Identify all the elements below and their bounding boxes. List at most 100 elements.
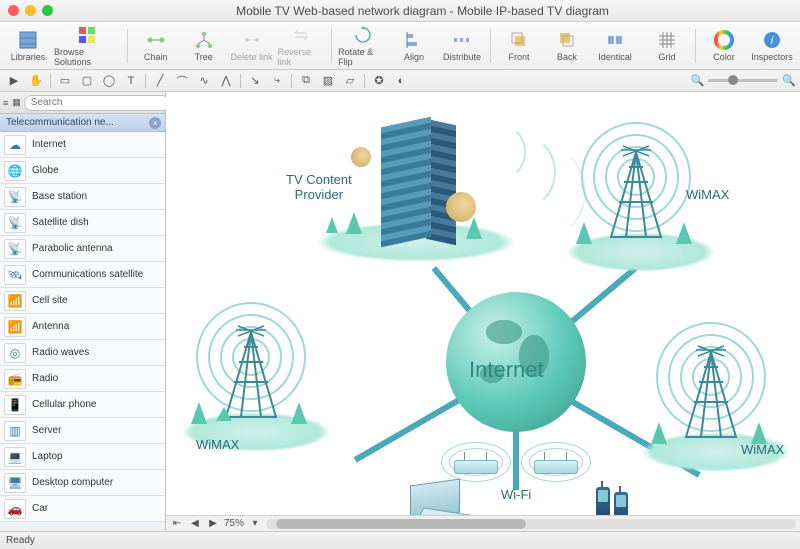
shape-item[interactable]: 📱Cellular phone — [0, 392, 165, 418]
shape-item[interactable]: ☁Internet — [0, 132, 165, 158]
titlebar: Mobile TV Web-based network diagram - Mo… — [0, 0, 800, 22]
shape-thumb: 💻 — [4, 447, 26, 467]
search-input[interactable] — [24, 95, 170, 111]
main-toolbar: Libraries Browse Solutions Chain Tree De… — [0, 22, 800, 70]
shape-thumb: 🌐 — [4, 161, 26, 181]
scrollbar-thumb[interactable] — [276, 519, 526, 529]
shape-thumb: 📱 — [4, 395, 26, 415]
page-prev-icon[interactable]: ◀ — [188, 518, 202, 529]
shape-item[interactable]: ▥ Server — [0, 418, 165, 444]
shape-label: Communications satellite — [32, 269, 143, 280]
zoom-button[interactable] — [42, 5, 53, 16]
shape-label: Parabolic antenna — [32, 243, 113, 254]
shape-thumb: 📶 — [4, 291, 26, 311]
shape-label: Server — [32, 425, 61, 436]
shape-item[interactable]: 🌐Globe — [0, 158, 165, 184]
color-button[interactable]: Color — [702, 24, 746, 68]
front-button[interactable]: Front — [497, 24, 541, 68]
tower-icon — [676, 342, 746, 442]
sidebar: ≡ ▦ 🔍 Telecommunication ne... × ☁Interne… — [0, 92, 166, 531]
minimize-button[interactable] — [25, 5, 36, 16]
connector-tool[interactable]: ↘ — [245, 72, 265, 90]
shape-item[interactable]: 🛰Communications satellite — [0, 262, 165, 288]
laptop-icon — [406, 482, 476, 515]
window-title: Mobile TV Web-based network diagram - Mo… — [53, 4, 792, 18]
libraries-button[interactable]: Libraries — [6, 24, 50, 68]
rect-tool[interactable]: ▭ — [55, 72, 75, 90]
zoom-value: 75% — [224, 518, 244, 529]
stroke-tool[interactable]: ▱ — [340, 72, 360, 90]
identical-button[interactable]: Identical — [593, 24, 637, 68]
shape-item[interactable]: 📡Base station — [0, 184, 165, 210]
smart-connector-tool[interactable]: ⤷ — [267, 72, 287, 90]
polyline-tool[interactable]: ⋀ — [216, 72, 236, 90]
canvas[interactable]: TV Content Provider Internet WiMAX WiMAX… — [166, 92, 800, 515]
spline-tool[interactable]: ∿ — [194, 72, 214, 90]
router-icon — [454, 452, 498, 474]
shape-thumb: 📻 — [4, 369, 26, 389]
reverse-link-button[interactable]: Reverse link — [278, 24, 326, 68]
zoom-dropdown-icon[interactable]: ▾ — [248, 518, 262, 529]
crop-tool[interactable]: ⧉ — [296, 72, 316, 90]
shape-item[interactable]: 🖥Desktop computer — [0, 470, 165, 496]
fill-tool[interactable]: ▨ — [318, 72, 338, 90]
zoom-in-icon[interactable]: 🔍 — [782, 74, 796, 87]
wimax-label-2: WiMAX — [196, 437, 239, 452]
shape-list: ☁Internet🌐Globe📡Base station📡Satellite d… — [0, 132, 165, 531]
page-next-icon[interactable]: ▶ — [206, 518, 220, 529]
shape-item[interactable]: 🚗Car — [0, 496, 165, 522]
text-tool[interactable]: T — [121, 72, 141, 90]
hand-tool[interactable]: ✋ — [26, 72, 46, 90]
arc-tool[interactable]: ⌒ — [172, 72, 192, 90]
distribute-button[interactable]: Distribute — [440, 24, 484, 68]
line-tool[interactable]: ╱ — [150, 72, 170, 90]
zoom-slider[interactable] — [708, 79, 778, 82]
close-category-icon[interactable]: × — [149, 117, 161, 129]
zoom-control[interactable]: 🔍 🔍 — [691, 74, 796, 87]
inspectors-button[interactable]: iInspectors — [750, 24, 794, 68]
shape-item[interactable]: 📶Antenna — [0, 314, 165, 340]
shape-item[interactable]: 💻Laptop — [0, 444, 165, 470]
chain-button[interactable]: Chain — [134, 24, 178, 68]
delete-link-button[interactable]: Delete link — [230, 24, 274, 68]
stamp-tool[interactable]: ✪ — [369, 72, 389, 90]
hscroll[interactable]: ⇤ ◀ ▶ 75% ▾ — [166, 515, 800, 531]
page-first-icon[interactable]: ⇤ — [170, 518, 184, 529]
close-button[interactable] — [8, 5, 19, 16]
grid-button[interactable]: Grid — [645, 24, 689, 68]
tree-button[interactable]: Tree — [182, 24, 226, 68]
back-button[interactable]: Back — [545, 24, 589, 68]
status-bar: Ready — [0, 531, 800, 549]
align-button[interactable]: Align — [392, 24, 436, 68]
category-header[interactable]: Telecommunication ne... × — [0, 114, 165, 132]
shape-item[interactable]: 📡Satellite dish — [0, 210, 165, 236]
grid-view-icon[interactable]: ▦ — [11, 94, 22, 112]
shape-thumb: ▥ — [4, 421, 26, 441]
ellipse-tool[interactable]: ◯ — [99, 72, 119, 90]
roundrect-tool[interactable]: ▢ — [77, 72, 97, 90]
shape-label: Cell site — [32, 295, 68, 306]
rotate-flip-button[interactable]: Rotate & Flip — [338, 24, 388, 68]
shape-label: Satellite dish — [32, 217, 89, 228]
pointer-tool[interactable]: ▶ — [4, 72, 24, 90]
phone-icon — [614, 492, 628, 515]
shape-thumb: ◎ — [4, 343, 26, 363]
shape-item[interactable]: 📶 Cell site — [0, 288, 165, 314]
sidebar-header: ≡ ▦ 🔍 — [0, 92, 165, 114]
shape-thumb: 📡 — [4, 239, 26, 259]
shape-item[interactable]: 📡 Parabolic antenna — [0, 236, 165, 262]
zoom-out-icon[interactable]: 🔍 — [691, 74, 705, 87]
eyedrop-tool[interactable]: ◐ — [391, 72, 411, 90]
shape-label: Internet — [32, 139, 66, 150]
browse-button[interactable]: Browse Solutions — [54, 24, 121, 68]
router-icon — [534, 452, 578, 474]
wifi-label: Wi-Fi — [501, 487, 531, 502]
internet-label: Internet — [469, 357, 544, 383]
wimax-label-3: WiMAX — [741, 442, 784, 457]
shape-label: Radio — [32, 373, 58, 384]
scrollbar-track[interactable] — [266, 519, 796, 529]
shape-item[interactable]: ◎Radio waves — [0, 340, 165, 366]
provider-label: TV Content Provider — [286, 172, 352, 202]
list-view-icon[interactable]: ≡ — [2, 94, 9, 112]
shape-item[interactable]: 📻 Radio — [0, 366, 165, 392]
